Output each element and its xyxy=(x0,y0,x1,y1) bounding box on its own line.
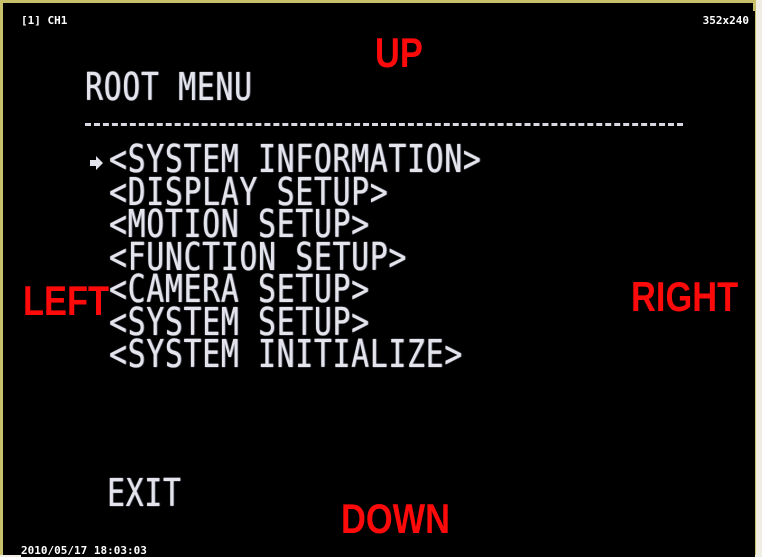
menu-title: ROOT MENU xyxy=(85,65,253,109)
exit-menu-item[interactable]: EXIT xyxy=(107,473,182,513)
channel-label: [1] CH1 xyxy=(21,14,68,27)
osd-screen: [1] CH1 352x240 UP ROOT MENU <SYSTEM INF… xyxy=(21,11,755,557)
direction-left-label: LEFT xyxy=(23,277,110,324)
direction-right-label: RIGHT xyxy=(631,273,739,320)
direction-down-label: DOWN xyxy=(341,495,451,542)
video-frame: [1] CH1 352x240 UP ROOT MENU <SYSTEM INF… xyxy=(0,0,756,557)
right-arrow-cursor-icon xyxy=(90,156,103,170)
menu-divider xyxy=(85,123,683,126)
menu-item-label: <SYSTEM INITIALIZE> xyxy=(109,332,463,376)
direction-up-label: UP xyxy=(375,29,423,76)
timestamp-label: 2010/05/17 18:03:03 xyxy=(21,544,147,557)
resolution-label: 352x240 xyxy=(702,14,749,27)
